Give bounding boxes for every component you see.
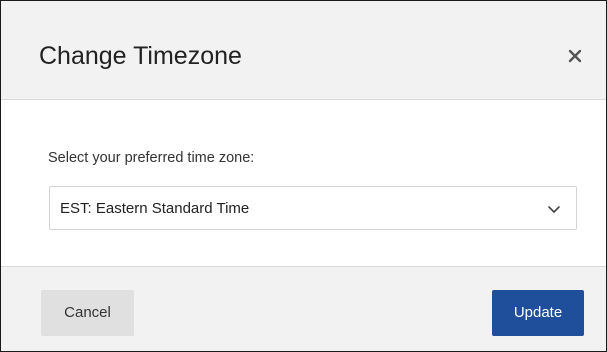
dialog-title: Change Timezone xyxy=(39,42,242,70)
change-timezone-dialog: Change Timezone Select your preferred ti… xyxy=(0,0,607,352)
cancel-button[interactable]: Cancel xyxy=(41,290,134,336)
timezone-label: Select your preferred time zone: xyxy=(48,150,255,166)
timezone-selected-value: EST: Eastern Standard Time xyxy=(60,200,250,217)
close-button[interactable] xyxy=(562,43,588,69)
dialog-header: Change Timezone xyxy=(1,1,606,100)
timezone-select[interactable]: EST: Eastern Standard Time xyxy=(49,186,577,230)
update-button[interactable]: Update xyxy=(492,290,584,336)
dialog-footer: Cancel Update xyxy=(1,266,606,351)
dialog-body: Select your preferred time zone: EST: Ea… xyxy=(1,100,606,266)
close-icon xyxy=(568,49,582,63)
chevron-down-icon xyxy=(548,206,560,213)
